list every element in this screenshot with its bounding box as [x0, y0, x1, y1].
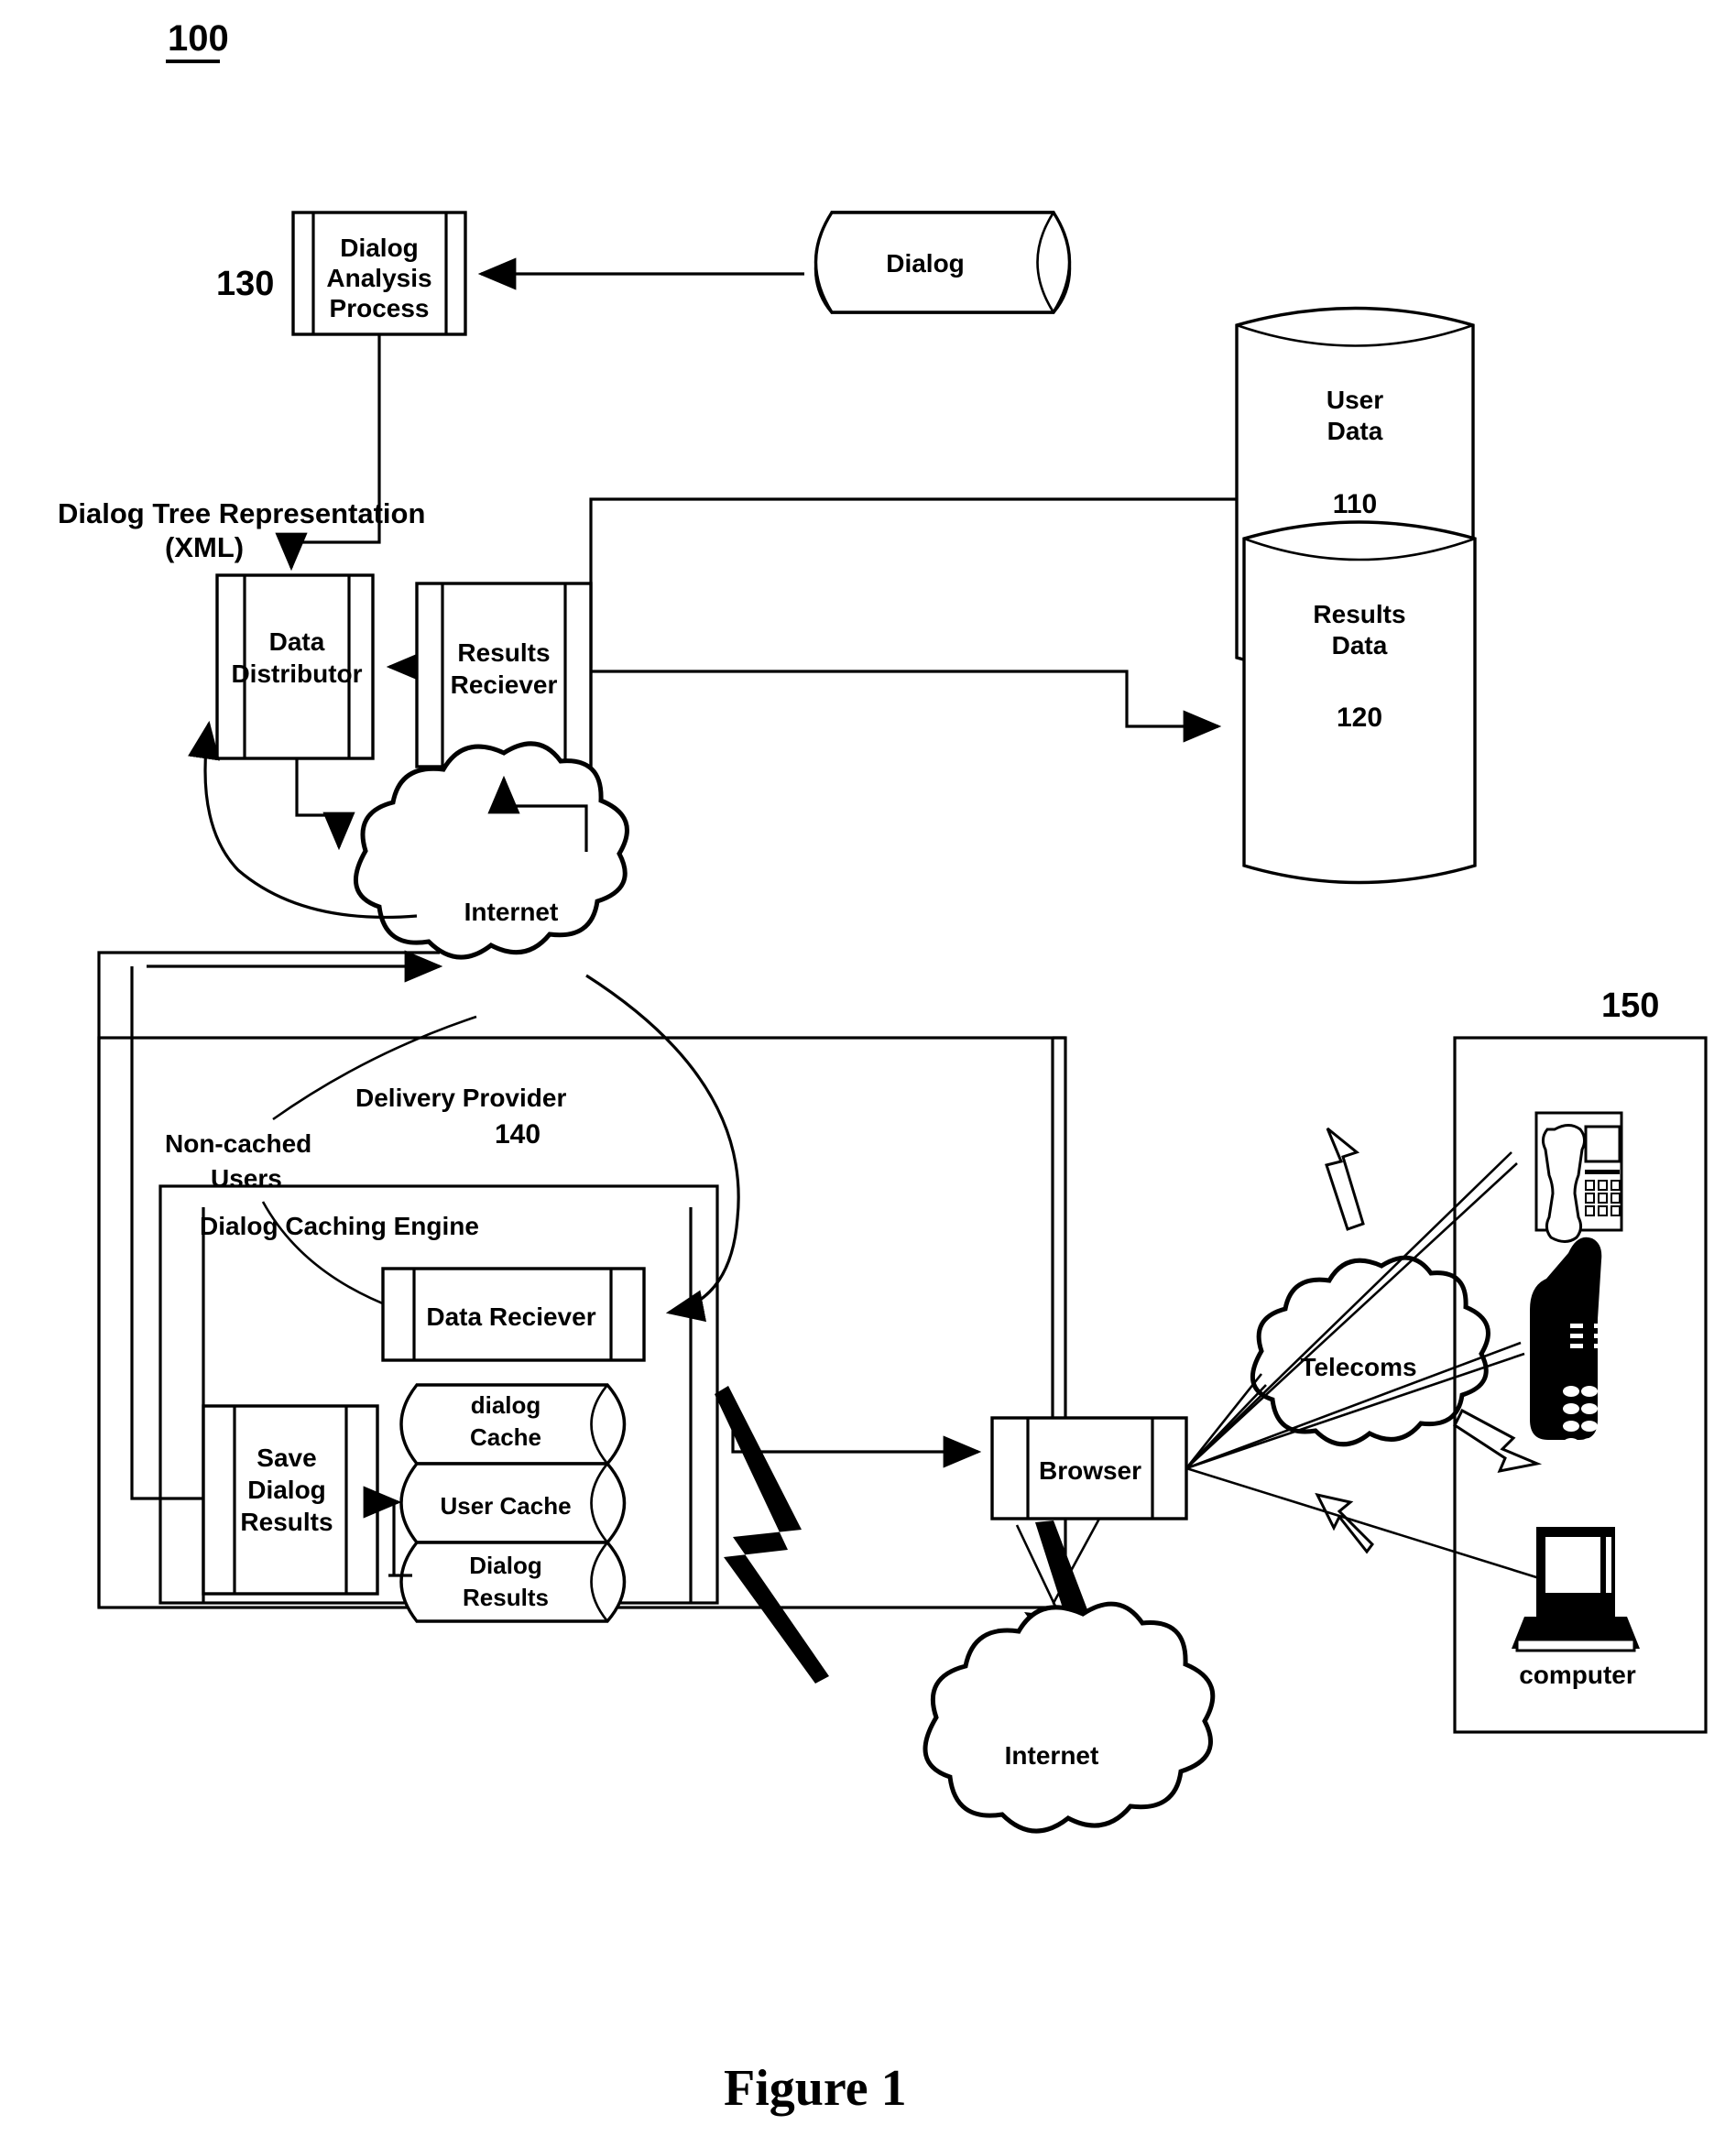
- save-dialog-results-line-2: Dialog: [247, 1476, 326, 1504]
- internet-top-label: Internet: [464, 898, 559, 926]
- ref-150-label: 150: [1601, 986, 1659, 1025]
- edge-distributor-to-internet: [295, 758, 355, 851]
- browser-node[interactable]: Browser: [990, 1416, 1188, 1520]
- data-receiver-node[interactable]: Data Reciever: [381, 1267, 646, 1362]
- dialog-results-line-1: Dialog: [469, 1552, 541, 1579]
- internet-bottom-label: Internet: [1005, 1741, 1099, 1770]
- data-distributor-line-1: Data: [269, 627, 325, 656]
- results-receiver-line-2: Reciever: [451, 670, 558, 699]
- data-distributor-node[interactable]: Data Distributor: [215, 573, 375, 760]
- telecoms-to-phone-arrow: [1325, 1127, 1365, 1231]
- dialog-tree-line-1: Dialog Tree Representation: [58, 497, 425, 529]
- non-cached-line-2: Users: [211, 1164, 282, 1193]
- user-data-line-1: User: [1327, 386, 1383, 414]
- edge-rail-top: [97, 951, 440, 1090]
- ref-130-label: 130: [216, 265, 274, 303]
- user-cache-store[interactable]: User Cache: [399, 1462, 627, 1544]
- dialog-cache-store[interactable]: dialog Cache: [399, 1383, 627, 1466]
- figure-caption: Figure 1: [724, 2060, 907, 2117]
- delivery-provider-annotation: Delivery Provider 140: [355, 1084, 566, 1150]
- dialog-cache-line-2: Cache: [470, 1423, 541, 1451]
- edge-internet-to-data-receiver: [585, 974, 740, 1323]
- save-dialog-results-line-1: Save: [257, 1444, 316, 1472]
- save-dialog-results-node[interactable]: Save Dialog Results: [202, 1404, 379, 1596]
- laptop-computer-icon: computer: [1512, 1527, 1640, 1689]
- dialog-store-label: Dialog: [886, 249, 965, 278]
- non-cached-line-1: Non-cached: [165, 1129, 311, 1158]
- dialog-analysis-process-node[interactable]: Dialog Analysis Process: [291, 211, 467, 336]
- data-distributor-line-2: Distributor: [231, 659, 362, 688]
- computer-label: computer: [1519, 1661, 1636, 1689]
- desk-phone-icon: [1534, 1111, 1623, 1243]
- ref-120-label: 120: [1337, 703, 1382, 733]
- dialog-tree-annotation: Dialog Tree Representation (XML): [58, 497, 425, 563]
- results-data-line-1: Results: [1313, 600, 1405, 628]
- user-cache-label: User Cache: [440, 1492, 571, 1520]
- dialog-results-store[interactable]: Dialog Results: [399, 1541, 627, 1623]
- delivery-provider-label: Delivery Provider: [355, 1084, 566, 1112]
- dialog-cache-line-1: dialog: [471, 1391, 541, 1419]
- edge-receiver-to-resultsdata: [591, 670, 1222, 743]
- ref-140-label: 140: [495, 1119, 540, 1150]
- dialog-analysis-line-3: Process: [330, 294, 430, 322]
- results-data-line-2: Data: [1332, 631, 1388, 659]
- results-data-store-node[interactable]: Results Data 120: [1242, 520, 1477, 885]
- mobile-phone-icon: [1530, 1237, 1616, 1449]
- telecoms-cloud[interactable]: Telecoms: [1250, 1255, 1490, 1447]
- patent-figure-1: 100 130 Dialog Analysis Process Dialog U…: [0, 0, 1736, 2136]
- dialog-analysis-line-1: Dialog: [340, 234, 419, 262]
- lightning-bolt-left: [715, 1386, 829, 1684]
- non-cached-users-annotation: Non-cached Users: [165, 1129, 311, 1193]
- internet-cloud-bottom[interactable]: Internet: [923, 1601, 1216, 1834]
- browser-label: Browser: [1039, 1456, 1141, 1485]
- dialog-tree-line-2: (XML): [165, 531, 244, 563]
- user-data-line-2: Data: [1327, 417, 1383, 445]
- results-receiver-node[interactable]: Results Reciever: [415, 582, 593, 768]
- results-receiver-line-1: Results: [457, 638, 550, 667]
- telecoms-to-mobile-arrow: [1453, 1408, 1543, 1474]
- dialog-analysis-line-2: Analysis: [326, 264, 431, 292]
- save-dialog-results-line-3: Results: [240, 1508, 333, 1536]
- system-number-100: 100: [166, 18, 229, 63]
- dialog-results-line-2: Results: [463, 1584, 549, 1611]
- ref-110-label: 110: [1333, 489, 1377, 519]
- edge-save-to-provider-rail: [130, 966, 203, 1500]
- telecoms-label: Telecoms: [1300, 1353, 1416, 1381]
- dialog-caching-engine-label: Dialog Caching Engine: [200, 1212, 479, 1240]
- edge-analysis-to-distributor: [275, 334, 381, 572]
- dialog-store-node[interactable]: Dialog: [813, 211, 1072, 314]
- edge-caches-to-save: [363, 1486, 402, 1575]
- data-receiver-label: Data Reciever: [426, 1302, 595, 1331]
- system-number-label: 100: [168, 18, 229, 59]
